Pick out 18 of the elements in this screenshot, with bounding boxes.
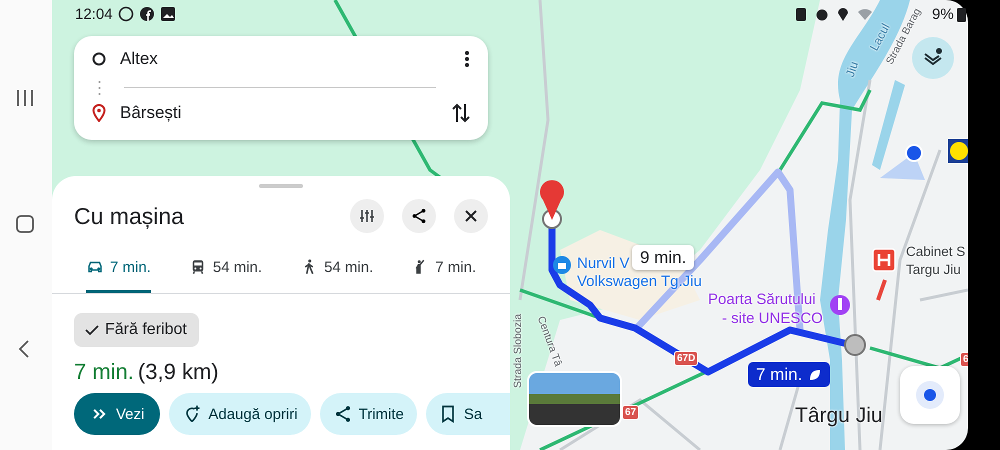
map-label: Targu Jiu (906, 262, 961, 278)
battery-percentage: 9% (932, 6, 954, 22)
map-label: Centura Tâ (534, 314, 566, 369)
sheet-title: Cu mașina (74, 202, 185, 230)
road-number: 6 (960, 352, 968, 367)
map-label: Poarta Sărutului (708, 292, 816, 308)
map-label: Strada Slobozia (511, 314, 525, 388)
road-number: 67D (674, 351, 698, 366)
map-label: Târgu Jiu (795, 404, 883, 428)
clock: 12:04 (75, 6, 113, 22)
road-number: 67 (622, 405, 640, 420)
map-label: Jiu (842, 59, 862, 79)
map-label: Volkswagen Tg.Jiu (577, 274, 702, 290)
route-distance: (3,9 km) (138, 359, 219, 385)
map-label: Cabinet S (906, 244, 966, 260)
map-label: Nurvil V (577, 256, 630, 272)
map-label: - site UNESCO (722, 311, 823, 327)
route-duration: 7 min. (74, 359, 134, 385)
